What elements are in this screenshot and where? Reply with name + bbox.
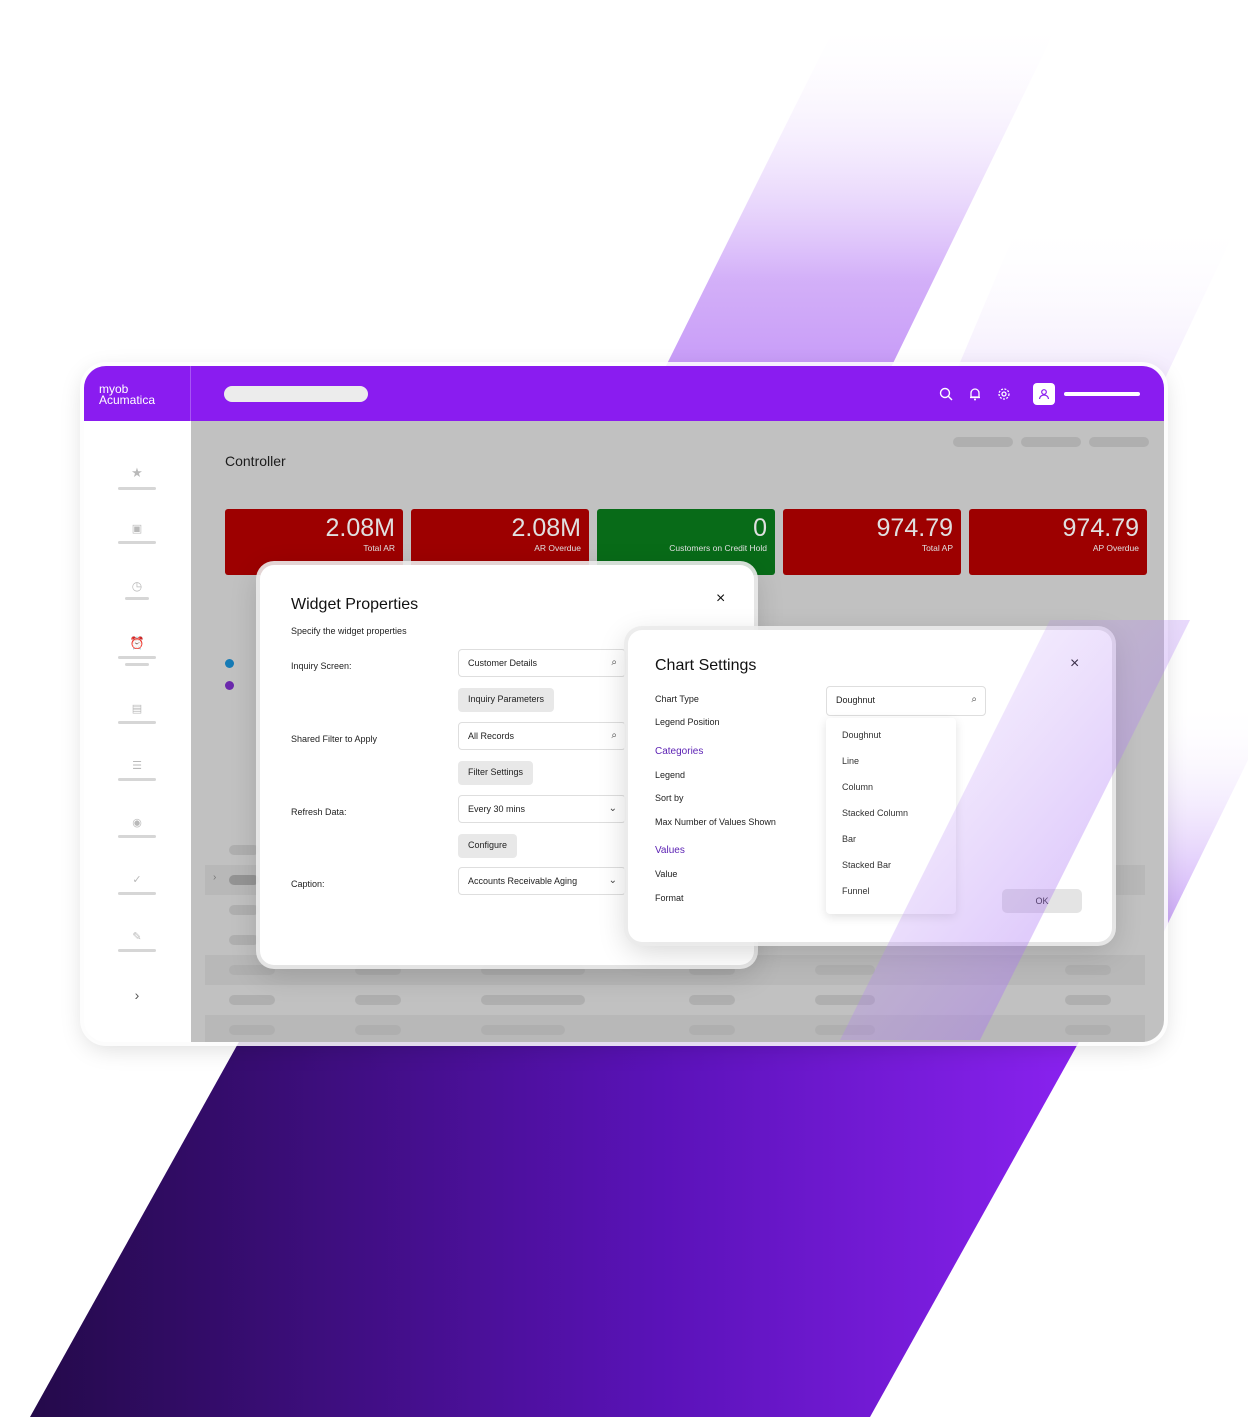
- search-bar-placeholder[interactable]: [224, 386, 368, 402]
- field-value: Doughnut: [836, 695, 876, 705]
- close-icon[interactable]: ×: [716, 590, 725, 608]
- target-icon: ◉: [132, 817, 142, 829]
- sidebar-item-favorites[interactable]: ★: [118, 465, 156, 505]
- sidebar-item-list[interactable]: ☰: [118, 759, 156, 799]
- user-name-placeholder[interactable]: [1064, 392, 1140, 396]
- refresh-data-select[interactable]: Every 30 mins ⌄: [458, 795, 626, 823]
- sidebar-item-calendar[interactable]: ▤: [118, 702, 156, 742]
- gear-icon[interactable]: [994, 384, 1014, 404]
- field-value: Every 30 mins: [468, 804, 526, 814]
- configure-button[interactable]: Configure: [458, 834, 518, 858]
- chevron-right-icon: ›: [134, 987, 140, 1003]
- ok-button[interactable]: OK: [1002, 889, 1082, 913]
- brand-logo[interactable]: myob Acumatica: [84, 366, 191, 421]
- option-stacked-bar[interactable]: Stacked Bar: [842, 860, 891, 870]
- inquiry-parameters-button[interactable]: Inquiry Parameters: [458, 688, 555, 712]
- option-column[interactable]: Column: [842, 782, 873, 792]
- dialog-title: Chart Settings: [655, 657, 757, 674]
- field-value: Accounts Receivable Aging: [468, 876, 578, 886]
- chart-type-dropdown: Doughnut Line Column Stacked Column Bar …: [826, 718, 956, 914]
- field-value: All Records: [468, 731, 515, 741]
- option-funnel[interactable]: Funnel: [842, 886, 870, 896]
- check-circle-icon: ✓: [132, 874, 142, 886]
- search-icon[interactable]: ⌕: [611, 657, 617, 668]
- legend-position-label: Legend Position: [655, 717, 720, 727]
- chevron-down-icon: ⌄: [608, 803, 617, 814]
- categories-section: Categories: [655, 746, 704, 757]
- max-values-label: Max Number of Values Shown: [655, 817, 776, 827]
- inquiry-screen-field[interactable]: Customer Details ⌕: [458, 649, 626, 677]
- chart-settings-dialog: Chart Settings × Chart Type Legend Posit…: [628, 630, 1112, 942]
- chart-type-label: Chart Type: [655, 694, 699, 704]
- user-avatar-icon[interactable]: [1033, 383, 1055, 405]
- coin-icon: ◷: [131, 579, 143, 593]
- refresh-data-label: Refresh Data:: [291, 807, 347, 817]
- star-icon: ★: [131, 465, 143, 480]
- dialog-title: Widget Properties: [291, 596, 419, 613]
- alarm-clock-icon: ⏰: [129, 636, 145, 650]
- caption-select[interactable]: Accounts Receivable Aging ⌄: [458, 867, 626, 895]
- search-icon[interactable]: [936, 384, 956, 404]
- option-bar[interactable]: Bar: [842, 834, 856, 844]
- option-doughnut[interactable]: Doughnut: [842, 730, 881, 740]
- chevron-down-icon: ⌄: [608, 875, 617, 886]
- sort-by-label: Sort by: [655, 793, 684, 803]
- list-icon: ☰: [132, 760, 142, 772]
- sidebar-expand[interactable]: ›: [118, 987, 156, 1027]
- filter-settings-button[interactable]: Filter Settings: [458, 761, 534, 785]
- values-section: Values: [655, 845, 685, 856]
- sidebar-item-dashboard[interactable]: ▣: [118, 522, 156, 562]
- sidebar-item-approvals[interactable]: ✓: [118, 873, 156, 913]
- inquiry-screen-label: Inquiry Screen:: [291, 661, 352, 671]
- sidebar-item-edit[interactable]: ✎: [118, 930, 156, 970]
- close-icon[interactable]: ×: [1070, 655, 1079, 673]
- legend-label: Legend: [655, 770, 686, 780]
- sidebar-item-finance[interactable]: ◷: [118, 579, 156, 619]
- chart-type-field[interactable]: Doughnut ⌕: [826, 686, 986, 716]
- caption-label: Caption:: [291, 879, 325, 889]
- format-label: Format: [655, 893, 684, 903]
- option-line[interactable]: Line: [842, 756, 859, 766]
- dialog-subtitle: Specify the widget properties: [291, 626, 407, 636]
- field-value: Customer Details: [468, 658, 538, 668]
- sidebar-item-settings[interactable]: ◉: [118, 816, 156, 856]
- shared-filter-label: Shared Filter to Apply: [291, 734, 378, 744]
- edit-icon: ✎: [132, 931, 142, 943]
- bell-icon[interactable]: [965, 384, 985, 404]
- option-stacked-column[interactable]: Stacked Column: [842, 808, 908, 818]
- search-icon[interactable]: ⌕: [971, 694, 977, 705]
- dashboard-icon: ▣: [131, 523, 143, 535]
- brand-line-2: Acumatica: [99, 393, 156, 407]
- shared-filter-field[interactable]: All Records ⌕: [458, 722, 626, 750]
- sidebar: ★ ▣ ◷ ⏰ ▤ ☰ ◉ ✓ ✎ ›: [84, 421, 192, 1042]
- value-label: Value: [655, 869, 678, 879]
- top-bar: myob Acumatica: [84, 366, 1164, 421]
- sidebar-item-time[interactable]: ⏰: [118, 636, 156, 676]
- calendar-icon: ▤: [131, 703, 143, 715]
- search-icon[interactable]: ⌕: [611, 730, 617, 741]
